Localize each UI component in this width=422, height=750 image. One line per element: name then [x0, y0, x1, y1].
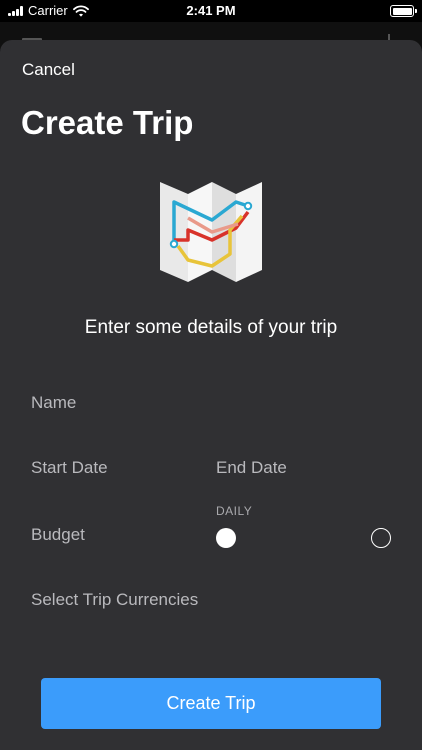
- create-trip-sheet: Cancel Create Trip Enter some details of…: [0, 40, 422, 750]
- subtitle: Enter some details of your trip: [84, 317, 338, 338]
- end-date-field[interactable]: End Date: [216, 458, 391, 478]
- budget-field[interactable]: Budget: [31, 525, 201, 545]
- status-time: 2:41 PM: [186, 3, 236, 18]
- cancel-button[interactable]: Cancel: [22, 60, 75, 80]
- budget-daily-radio[interactable]: [216, 528, 236, 548]
- trip-currencies-field[interactable]: Select Trip Currencies: [31, 590, 391, 610]
- create-trip-button[interactable]: Create Trip: [41, 678, 381, 729]
- start-date-field[interactable]: Start Date: [31, 458, 201, 478]
- page-title: Create Trip: [21, 104, 194, 141]
- folded-map-routes-icon: [160, 182, 262, 282]
- budget-total-radio[interactable]: [371, 528, 391, 548]
- status-bar: Carrier 2:41 PM: [0, 0, 422, 22]
- battery-icon: [390, 5, 417, 17]
- budget-period-label: DAILY: [216, 504, 253, 518]
- name-field[interactable]: Name: [31, 393, 391, 413]
